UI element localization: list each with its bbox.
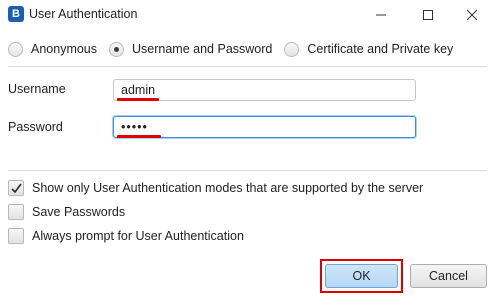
checkbox-label: Always prompt for User Authentication xyxy=(32,229,244,243)
checkbox-label: Save Passwords xyxy=(32,205,126,219)
ok-button[interactable]: OK xyxy=(325,264,398,288)
cancel-button[interactable]: Cancel xyxy=(410,264,487,288)
password-annotation-underline xyxy=(117,135,161,138)
app-icon: B xyxy=(8,6,24,22)
close-icon xyxy=(467,10,477,20)
auth-mode-radio-group: Anonymous Username and Password Certific… xyxy=(8,40,465,58)
radio-certificate-private-key[interactable]: Certificate and Private key xyxy=(284,41,454,57)
radio-circle[interactable] xyxy=(8,41,23,57)
radio-anonymous[interactable]: Anonymous xyxy=(8,41,98,57)
radio-label: Username and Password xyxy=(132,42,273,56)
checkbox-label: Show only User Authentication modes that… xyxy=(32,181,424,195)
password-label: Password xyxy=(8,120,63,134)
minimize-button[interactable] xyxy=(358,0,404,30)
maximize-icon xyxy=(423,10,433,20)
username-annotation-underline xyxy=(117,98,159,101)
checkmark-icon xyxy=(11,183,22,194)
radio-username-password[interactable]: Username and Password xyxy=(109,41,273,57)
checkbox-always-prompt[interactable]: Always prompt for User Authentication xyxy=(8,228,244,244)
checkbox-show-supported-modes[interactable]: Show only User Authentication modes that… xyxy=(8,180,423,196)
minimize-icon xyxy=(376,14,386,16)
radio-label: Certificate and Private key xyxy=(307,42,454,56)
radio-circle[interactable] xyxy=(109,41,125,57)
checkbox[interactable] xyxy=(8,204,24,220)
radio-circle[interactable] xyxy=(284,41,300,57)
checkbox-save-passwords[interactable]: Save Passwords xyxy=(8,204,125,220)
divider xyxy=(8,66,487,67)
checkbox[interactable] xyxy=(8,180,24,196)
close-button[interactable] xyxy=(449,0,495,30)
window-title: User Authentication xyxy=(29,7,138,21)
divider xyxy=(8,170,487,171)
maximize-button[interactable] xyxy=(405,0,451,30)
username-label: Username xyxy=(8,82,66,96)
title-bar: B User Authentication xyxy=(0,0,495,30)
radio-label: Anonymous xyxy=(31,42,98,56)
checkbox[interactable] xyxy=(8,228,24,244)
